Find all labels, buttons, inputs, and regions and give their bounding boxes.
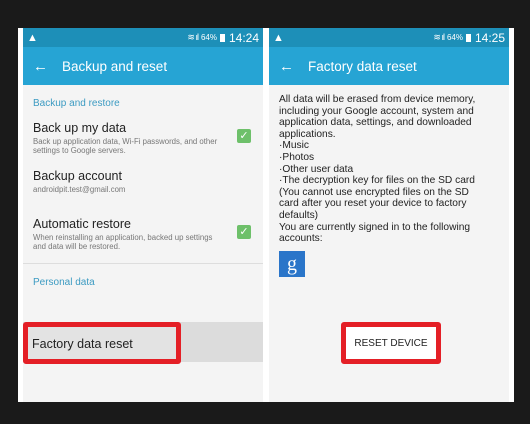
data-list-item: ·Other user data bbox=[279, 163, 354, 175]
battery-percent: 64% bbox=[200, 33, 217, 42]
data-list-item: card after you reset your device to fact… bbox=[279, 198, 467, 210]
status-bar: ▲ ≋ ıl 64% 14:24 bbox=[23, 28, 263, 47]
status-bar: ▲ ≋ ıl 64% 14:25 bbox=[269, 28, 509, 47]
setting-desc: Back up application data, Wi-Fi password… bbox=[33, 137, 218, 155]
setting-back-up-my-data[interactable]: Back up my data Back up application data… bbox=[23, 115, 263, 163]
warning-icon: ▲ bbox=[27, 31, 38, 44]
reset-device-button[interactable]: RESET DEVICE bbox=[341, 322, 441, 364]
data-list-item: ·Photos bbox=[279, 151, 315, 163]
setting-title: Automatic restore bbox=[33, 217, 131, 231]
factory-data-reset-item[interactable]: Factory data reset bbox=[23, 322, 181, 364]
section-header-personal: Personal data bbox=[33, 277, 95, 288]
data-list-item: ·Music bbox=[279, 140, 309, 152]
signed-in-line: You are currently signed in to the follo… bbox=[279, 221, 471, 233]
battery-percent: 64% bbox=[446, 33, 463, 42]
setting-title: Back up my data bbox=[33, 121, 127, 135]
screenshot-frame: ▲ ≋ ıl 64% 14:24 ← Backup and reset Back… bbox=[18, 28, 514, 402]
setting-backup-account[interactable]: Backup account androidpit.test@gmail.com bbox=[23, 163, 263, 211]
description-line: including your Google account, system an… bbox=[279, 105, 474, 117]
checkbox-checked-icon[interactable]: ✓ bbox=[237, 129, 251, 143]
battery-icon bbox=[465, 33, 471, 42]
status-time: 14:24 bbox=[228, 30, 259, 45]
page-title: Backup and reset bbox=[62, 58, 168, 74]
back-arrow-icon[interactable]: ← bbox=[33, 58, 48, 75]
app-bar: ← Factory data reset bbox=[269, 47, 509, 85]
reset-description: All data will be erased from device memo… bbox=[269, 85, 509, 245]
signed-in-line: accounts: bbox=[279, 233, 323, 245]
section-header-backup: Backup and restore bbox=[33, 98, 120, 109]
description-line: application data, settings, and download… bbox=[279, 117, 472, 129]
setting-title: Backup account bbox=[33, 169, 122, 183]
factory-data-reset-label: Factory data reset bbox=[32, 337, 133, 351]
factory-reset-screen: ▲ ≋ ıl 64% 14:25 ← Factory data reset Al… bbox=[269, 28, 509, 402]
setting-desc: When reinstalling an application, backed… bbox=[33, 233, 213, 251]
data-list-item: defaults) bbox=[279, 209, 319, 221]
app-bar: ← Backup and reset bbox=[23, 47, 263, 85]
setting-automatic-restore[interactable]: Automatic restore When reinstalling an a… bbox=[23, 211, 263, 259]
reset-device-label: RESET DEVICE bbox=[354, 337, 428, 349]
data-list-item: ·The decryption key for files on the SD … bbox=[279, 175, 475, 187]
wifi-signal-icon: ≋ ıl bbox=[187, 32, 199, 42]
battery-icon bbox=[219, 33, 225, 42]
wifi-signal-icon: ≋ ıl bbox=[433, 32, 445, 42]
description-line: applications. bbox=[279, 128, 336, 140]
warning-icon: ▲ bbox=[273, 31, 284, 44]
setting-desc: androidpit.test@gmail.com bbox=[33, 185, 126, 194]
page-title: Factory data reset bbox=[308, 58, 417, 74]
google-account-icon: g bbox=[279, 250, 305, 277]
description-line: All data will be erased from device memo… bbox=[279, 94, 476, 105]
status-time: 14:25 bbox=[474, 30, 505, 45]
back-arrow-icon[interactable]: ← bbox=[279, 58, 294, 75]
data-list-item: (You cannot use encrypted files on the S… bbox=[279, 186, 469, 198]
checkbox-checked-icon[interactable]: ✓ bbox=[237, 225, 251, 239]
